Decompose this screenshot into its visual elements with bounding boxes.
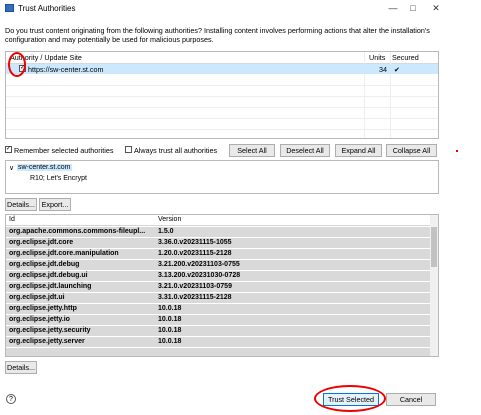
always-trust-checkbox[interactable]: [125, 146, 132, 153]
cancel-button[interactable]: Cancel: [386, 393, 436, 406]
unit-version: 1.20.0.v20231115-2128: [158, 250, 232, 257]
details-button[interactable]: Details...: [5, 198, 37, 211]
title-bar: Trust Authorities — □ ✕: [0, 0, 449, 17]
unit-version: 3.36.0.v20231115-1055: [158, 239, 232, 246]
annotation-dot: [456, 150, 458, 152]
unit-row[interactable]: org.eclipse.jetty.io 10.0.18: [6, 315, 430, 325]
window-title: Trust Authorities: [18, 4, 76, 13]
remember-checkbox[interactable]: ✓: [5, 146, 12, 153]
authorities-header: Authority / Update Site Units Secured: [6, 52, 438, 64]
deselect-all-button[interactable]: Deselect All: [280, 144, 330, 157]
unit-row-partial: [6, 348, 430, 356]
unit-row[interactable]: org.eclipse.jdt.ui 3.31.0.v20231115-2128: [6, 293, 430, 303]
unit-row[interactable]: org.eclipse.jdt.debug.ui 3.13.200.v202310…: [6, 271, 430, 281]
authority-row[interactable]: ✓ https://sw-center.st.com 34 ✔: [6, 64, 438, 74]
unit-id: org.eclipse.jdt.core.manipulation: [9, 250, 119, 257]
units-header: Id Version: [6, 215, 430, 226]
close-button[interactable]: ✕: [426, 2, 446, 15]
unit-id: org.eclipse.jdt.launching: [9, 283, 92, 290]
unit-id: org.eclipse.jdt.debug.ui: [9, 272, 88, 279]
authority-units: 34: [379, 65, 387, 74]
select-all-button[interactable]: Select All: [229, 144, 275, 157]
app-icon: [5, 4, 14, 12]
annotation-circle: [314, 385, 386, 412]
vertical-scrollbar[interactable]: [430, 215, 438, 356]
id-column-header[interactable]: Id: [9, 216, 15, 223]
unit-row[interactable]: org.eclipse.jdt.core.manipulation 1.20.0.…: [6, 249, 430, 259]
unit-id: org.eclipse.jdt.core: [9, 239, 74, 246]
unit-row[interactable]: org.eclipse.jdt.launching 3.21.0.v2023110…: [6, 282, 430, 292]
row-divider: [6, 85, 438, 86]
units-column-header[interactable]: Units: [369, 53, 385, 62]
version-column-header[interactable]: Version: [158, 216, 181, 223]
unit-version: 1.5.0: [158, 228, 174, 235]
unit-version: 3.31.0.v20231115-2128: [158, 294, 232, 301]
unit-id: org.eclipse.jetty.io: [9, 316, 70, 323]
unit-version: 3.21.200.v20231103-0755: [158, 261, 240, 268]
unit-id: org.eclipse.jdt.debug: [9, 261, 80, 268]
unit-id: org.eclipse.jetty.server: [9, 338, 85, 345]
unit-row[interactable]: org.eclipse.jetty.server 10.0.18: [6, 337, 430, 347]
unit-row[interactable]: org.eclipse.jdt.debug 3.21.200.v20231103-…: [6, 260, 430, 270]
certificate-tree[interactable]: ∨ sw-center.st.com R10; Let's Encrypt: [5, 160, 439, 194]
details-button-2[interactable]: Details...: [5, 361, 37, 374]
collapse-all-button[interactable]: Collapse All: [386, 144, 437, 157]
secured-column-header[interactable]: Secured: [392, 53, 419, 62]
row-divider: [6, 129, 438, 130]
always-trust-label[interactable]: Always trust all authorities: [134, 146, 217, 155]
certificate-issuer[interactable]: sw-center.st.com: [17, 164, 72, 171]
authority-site: https://sw-center.st.com: [28, 65, 104, 74]
controls-row: ✓ Remember selected authorities Always t…: [5, 143, 437, 157]
unit-version: 10.0.18: [158, 327, 182, 334]
units-table[interactable]: Id Version org.apache.commons.commons-fi…: [5, 214, 439, 357]
unit-version: 3.13.200.v20231030-0728: [158, 272, 241, 279]
remember-label[interactable]: Remember selected authorities: [14, 146, 113, 155]
expand-all-button[interactable]: Expand All: [335, 144, 382, 157]
annotation-circle: [8, 52, 26, 77]
unit-version: 10.0.18: [158, 338, 182, 345]
unit-row[interactable]: org.eclipse.jetty.http 10.0.18: [6, 304, 430, 314]
unit-id: org.apache.commons.commons-fileupl...: [9, 228, 146, 235]
unit-row[interactable]: org.apache.commons.commons-fileupl... 1.5…: [6, 227, 430, 237]
maximize-button[interactable]: □: [403, 2, 423, 15]
help-icon[interactable]: ?: [6, 394, 16, 404]
unit-row[interactable]: org.eclipse.jetty.security 10.0.18: [6, 326, 430, 336]
unit-version: 10.0.18: [158, 305, 182, 312]
row-divider: [6, 107, 438, 108]
unit-row[interactable]: org.eclipse.jdt.core 3.36.0.v20231115-105…: [6, 238, 430, 248]
certificate-chain-item[interactable]: R10; Let's Encrypt: [30, 175, 87, 182]
intro-text: Do you trust content originating from th…: [5, 26, 430, 44]
unit-id: org.eclipse.jdt.ui: [9, 294, 65, 301]
export-button[interactable]: Export...: [39, 198, 71, 211]
unit-id: org.eclipse.jetty.security: [9, 327, 91, 334]
row-divider: [6, 118, 438, 119]
unit-version: 3.21.0.v20231103-0759: [158, 283, 232, 290]
scrollbar-thumb[interactable]: [431, 227, 437, 267]
unit-version: 10.0.18: [158, 316, 182, 323]
secured-check-icon: ✔: [394, 65, 401, 74]
expand-chevron-icon[interactable]: ∨: [9, 164, 14, 172]
unit-id: org.eclipse.jetty.http: [9, 305, 77, 312]
minimize-button[interactable]: —: [383, 2, 403, 15]
authorities-table[interactable]: Authority / Update Site Units Secured ✓ …: [5, 51, 439, 139]
row-divider: [6, 96, 438, 97]
